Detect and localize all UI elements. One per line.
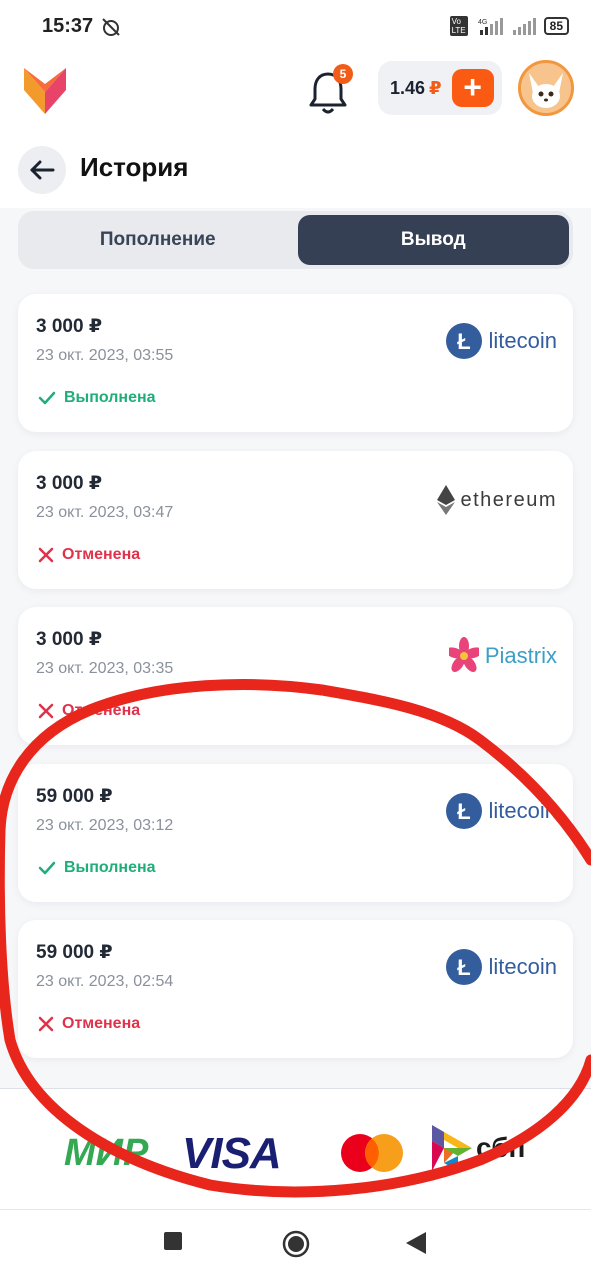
transaction-date: 23 окт. 2023, 03:47 [36,504,174,521]
avatar[interactable] [518,60,574,116]
transaction-amount: 3 000 ₽ [36,629,103,650]
volte-icon: Vo LTE [449,16,468,36]
payment-method-logo: Ł litecoin [445,948,557,986]
close-icon [38,1016,54,1032]
recents-button[interactable] [164,1232,182,1250]
svg-text:Ł: Ł [457,799,470,824]
sbp-logo: сбп [432,1125,525,1171]
transaction-status: Отменена [38,1015,140,1033]
transaction-card[interactable]: 59 000 ₽ 23 окт. 2023, 03:12 Выполнена Ł… [18,764,573,902]
transaction-amount: 3 000 ₽ [36,316,103,337]
visa-logo: VISA [182,1129,282,1178]
transaction-card[interactable]: 3 000 ₽ 23 окт. 2023, 03:35 Отменена Pia… [18,607,573,745]
alarm-off-icon [102,18,120,36]
transaction-status-text: Выполнена [64,389,156,406]
transaction-status: Отменена [38,702,140,720]
transaction-date: 23 окт. 2023, 03:55 [36,347,174,364]
signal-icon: 4G [478,18,503,35]
status-icons: Vo LTE 4G 85 [449,16,569,36]
topup-button[interactable]: + [451,69,494,107]
home-button[interactable] [282,1230,310,1258]
transaction-date: 23 окт. 2023, 03:35 [36,660,174,677]
balance-pill[interactable]: 1.46 ₽ + [378,61,502,115]
sbp-text: сбп [476,1132,526,1163]
ethereum-icon [436,485,455,515]
payment-method-name: litecoin [488,954,557,979]
transaction-card[interactable]: 3 000 ₽ 23 окт. 2023, 03:55 Выполнена Ł … [18,294,573,432]
tab-withdraw[interactable]: Вывод [297,215,569,265]
payment-method-name: Piastrix [484,643,557,668]
back-nav-button[interactable] [406,1232,426,1254]
litecoin-icon: Ł [445,323,482,359]
page-title: История [80,152,189,182]
transaction-date: 23 окт. 2023, 03:12 [36,817,174,834]
transaction-status: Отменена [38,546,140,564]
transaction-status-text: Выполнена [64,859,156,876]
transaction-card[interactable]: 59 000 ₽ 23 окт. 2023, 02:54 Отменена Ł … [18,920,573,1058]
transaction-card[interactable]: 3 000 ₽ 23 окт. 2023, 03:47 Отменена eth… [18,451,573,589]
svg-text:Ł: Ł [457,955,470,980]
notifications-button[interactable]: 5 [307,64,353,114]
tab-deposit[interactable]: Пополнение [22,215,294,265]
app-header: 5 1.46 ₽ + [0,52,591,132]
svg-text:Ł: Ł [457,329,470,354]
payment-method-name: ethereum [460,488,557,511]
payment-method-logo: ethereum [436,485,558,515]
transaction-status: Выполнена [38,389,156,407]
system-nav-bar [0,1209,591,1280]
title-row: История [0,132,591,208]
back-button[interactable] [18,146,66,194]
transaction-status-text: Отменена [62,702,141,719]
transaction-status-text: Отменена [62,1015,141,1032]
litecoin-icon: Ł [445,793,482,829]
status-time: 15:37 [42,15,94,37]
history-tabs: Пополнение Вывод [18,211,573,269]
check-icon [38,861,56,875]
svg-text:4G: 4G [478,19,487,26]
mastercard-logo [341,1134,403,1172]
transaction-status-text: Отменена [62,546,141,563]
sbp-icon [432,1125,472,1171]
close-icon [38,703,54,719]
fox-avatar-icon [529,73,563,108]
app-logo[interactable] [24,62,66,114]
payment-method-name: litecoin [488,328,557,353]
balance-amount: 1.46 ₽ [390,77,442,98]
status-bar: 15:37 Vo LTE 4G 85 [0,0,591,52]
payment-method-logo: Piastrix [448,635,557,677]
payment-method-logo: Ł litecoin [445,792,557,830]
mir-logo: МИР [64,1132,149,1174]
payment-method-logo: Ł litecoin [445,322,557,360]
notification-count-badge: 5 [333,64,353,84]
transaction-amount: 59 000 ₽ [36,942,113,963]
payment-method-name: litecoin [488,798,557,823]
transaction-date: 23 окт. 2023, 02:54 [36,973,174,990]
transaction-amount: 3 000 ₽ [36,473,103,494]
litecoin-icon: Ł [445,949,482,985]
transaction-amount: 59 000 ₽ [36,786,113,807]
signal-icon-2 [512,18,536,35]
close-icon [38,547,54,563]
battery-indicator: 85 [543,17,569,35]
transaction-status: Выполнена [38,859,156,877]
piastrix-flower-icon [448,637,479,672]
arrow-left-icon [30,160,55,180]
payment-logos-row: МИР VISA сбп [0,1089,591,1209]
check-icon [38,391,56,405]
